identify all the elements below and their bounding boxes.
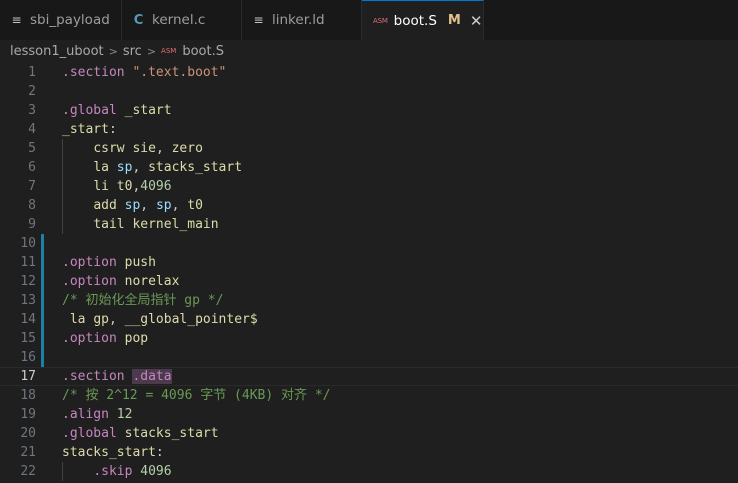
code-text: .option push [62,255,156,270]
code-text: .global stacks_start [62,426,219,441]
code-line[interactable]: 5 csrw sie, zero [0,139,738,158]
code-line[interactable]: 21 stacks_start: [0,443,738,462]
code-line[interactable]: 11 .option push [0,253,738,272]
tab-boot-s[interactable]: ASM boot.S M ✕ [362,0,484,40]
breadcrumb: lesson1_uboot > src > ASM boot.S [0,40,738,62]
chevron-right-icon: > [108,44,118,58]
asm-file-icon: ASM [161,47,177,55]
editor-tab-bar: ≡ sbi_payload C kernel.c ≡ linker.ld ASM… [0,0,738,41]
code-text: /* 初始化全局指针 gp */ [62,293,224,308]
code-line[interactable]: 6 la sp, stacks_start [0,158,738,177]
code-text: _start: [62,122,117,137]
asm-file-icon: ASM [373,16,388,25]
line-number: 14 [20,312,36,327]
code-line[interactable]: 13 /* 初始化全局指针 gp */ [0,291,738,310]
code-text: .global _start [62,103,172,118]
code-line[interactable]: 15 .option pop [0,329,738,348]
code-text: .section .data [62,369,172,384]
code-line[interactable]: 2 [0,82,738,101]
tab-label: boot.S [393,12,437,29]
line-number: 20 [20,426,36,441]
modified-indicator: M [447,13,461,28]
code-text: .option pop [62,331,149,346]
code-line[interactable]: 20 .global stacks_start [0,424,738,443]
breadcrumb-item-src[interactable]: src [123,44,142,59]
code-line[interactable]: 12 .option norelax [0,272,738,291]
line-number: 12 [20,274,36,289]
lines-icon: ≡ [253,13,264,27]
modified-line-marker [41,291,44,310]
line-number: 13 [20,293,36,308]
code-text: li t0,4096 [93,179,172,194]
modified-line-marker [41,329,44,348]
breadcrumb-item-file[interactable]: boot.S [182,44,224,59]
code-line[interactable]: 8 add sp, sp, t0 [0,196,738,215]
code-text: stacks_start: [62,445,164,460]
code-editor[interactable]: 1 .section ".text.boot" 2 3 .global _start 4 _… [0,62,738,483]
tab-kernel-c[interactable]: C kernel.c [122,0,242,40]
line-number: 5 [28,141,36,156]
code-text: csrw sie, zero [93,141,203,156]
c-language-icon: C [133,12,144,28]
close-icon[interactable]: ✕ [470,12,483,30]
code-line[interactable]: 16 [0,348,738,367]
code-line[interactable]: 10 [0,234,738,253]
line-number: 3 [28,103,36,118]
code-line[interactable]: 22 .skip 4096 [0,462,738,481]
code-text: tail kernel_main [93,217,219,232]
chevron-right-icon: > [146,44,157,58]
line-number: 19 [20,407,36,422]
code-line[interactable]: 4 _start: [0,120,738,139]
code-text: la gp, __global_pointer$ [69,312,258,327]
line-number: 9 [28,217,36,232]
line-number: 10 [20,236,36,251]
line-number: 21 [20,445,36,460]
code-line[interactable]: 14 la gp, __global_pointer$ [0,310,738,329]
modified-line-marker [41,348,44,367]
code-text: add sp, sp, t0 [93,198,203,213]
tab-sbi-payload[interactable]: ≡ sbi_payload [0,0,122,40]
code-text: /* 按 2^12 = 4096 字节 (4KB) 对齐 */ [62,388,331,403]
line-number: 17 [20,369,36,384]
code-line[interactable]: 9 tail kernel_main [0,215,738,234]
code-text: .align 12 [62,407,133,422]
line-number: 15 [20,331,36,346]
code-line[interactable]: 17 .section .data [0,367,738,386]
line-number: 6 [28,160,36,175]
code-text: la sp, stacks_start [93,160,243,175]
line-number: 7 [28,179,36,194]
code-line[interactable]: 7 li t0,4096 [0,177,738,196]
line-number: 18 [20,388,36,403]
line-number: 8 [28,198,36,213]
line-number: 22 [20,464,36,479]
code-text: .skip 4096 [93,464,172,479]
line-number: 2 [28,84,36,99]
tab-label: sbi_payload [30,12,110,28]
code-text: .option norelax [62,274,180,289]
tab-label: kernel.c [152,12,206,28]
line-number: 11 [20,255,36,270]
modified-line-marker [41,310,44,329]
code-text: .section ".text.boot" [62,65,227,80]
modified-line-marker [41,234,44,253]
line-number: 4 [28,122,36,137]
tab-linker-ld[interactable]: ≡ linker.ld [242,0,362,40]
line-number: 1 [28,65,36,80]
line-number: 16 [20,350,36,365]
code-line[interactable]: 18 /* 按 2^12 = 4096 字节 (4KB) 对齐 */ [0,386,738,405]
code-line[interactable]: 1 .section ".text.boot" [0,63,738,82]
modified-line-marker [41,272,44,291]
lines-icon: ≡ [11,13,22,27]
breadcrumb-item-folder[interactable]: lesson1_uboot [10,44,104,59]
code-line[interactable]: 19 .align 12 [0,405,738,424]
code-line[interactable]: 3 .global _start [0,101,738,120]
modified-line-marker [41,253,44,272]
tab-label: linker.ld [272,12,325,28]
